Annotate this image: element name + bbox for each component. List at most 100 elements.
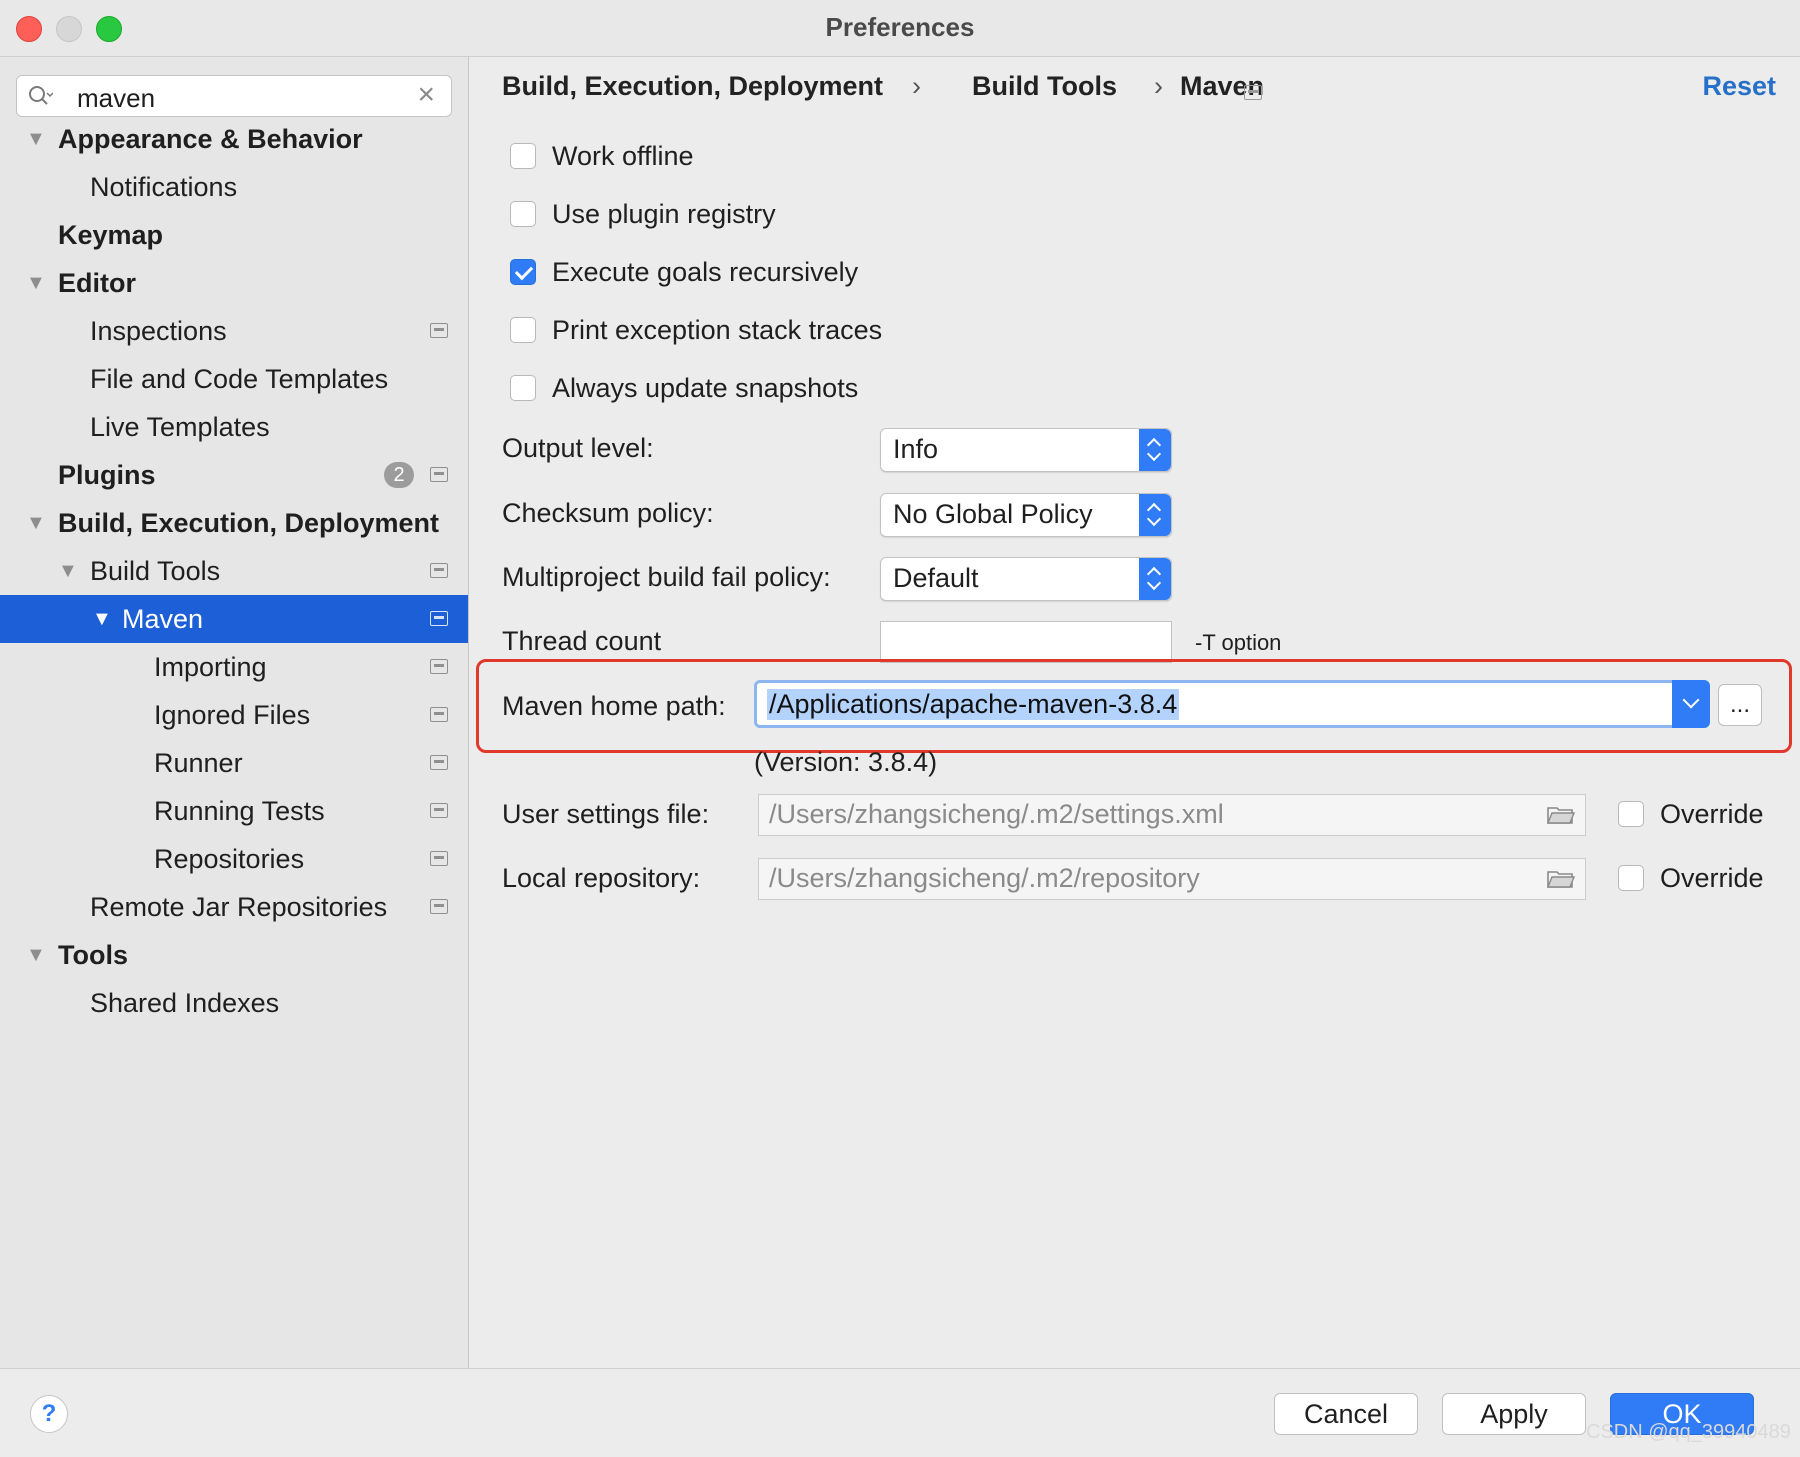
reset-link[interactable]: Reset [1702, 71, 1776, 102]
sidebar-item-inspections[interactable]: Inspections [0, 307, 468, 355]
title-bar: Preferences [0, 0, 1800, 57]
sidebar-item-label: Keymap [58, 220, 164, 250]
sidebar-item-maven[interactable]: ▼ Maven [0, 595, 468, 643]
print-exception-stack-traces-checkbox[interactable] [510, 317, 536, 343]
sidebar-item-appearance-behavior[interactable]: ▼ Appearance & Behavior [0, 115, 468, 163]
multiproject-fail-policy-label: Multiproject build fail policy: [502, 562, 831, 592]
project-settings-icon [1244, 85, 1262, 100]
settings-search-field[interactable]: maven × [16, 75, 452, 117]
thread-count-input[interactable] [880, 621, 1172, 663]
sidebar-item-build-tools[interactable]: ▼ Build Tools [0, 547, 468, 595]
project-settings-icon [430, 611, 448, 626]
sidebar-item-label: Appearance & Behavior [58, 124, 363, 154]
help-button[interactable]: ? [30, 1395, 68, 1433]
project-settings-icon [430, 803, 448, 818]
project-settings-icon [430, 899, 448, 914]
sidebar-item-plugins[interactable]: Plugins 2 [0, 451, 468, 499]
sidebar-item-label: Running Tests [154, 796, 325, 826]
select-stepper-icon[interactable] [1139, 494, 1171, 536]
multiproject-fail-policy-select[interactable]: Default [880, 557, 1172, 601]
project-settings-icon [430, 659, 448, 674]
apply-button[interactable]: Apply [1442, 1393, 1586, 1435]
user-settings-file-input[interactable]: /Users/zhangsicheng/.m2/settings.xml [758, 794, 1586, 836]
chevron-down-icon[interactable] [1672, 680, 1710, 728]
expanded-arrow-icon[interactable]: ▼ [26, 115, 46, 163]
maven-version-text: (Version: 3.8.4) [754, 747, 938, 777]
sidebar-item-tools[interactable]: ▼ Tools [0, 931, 468, 979]
sidebar-item-label: Tools [58, 940, 128, 970]
expanded-arrow-icon[interactable]: ▼ [26, 931, 46, 979]
sidebar-item-label: Plugins [58, 460, 156, 490]
browse-maven-home-button[interactable]: ... [1718, 684, 1762, 726]
breadcrumb-part-build-execution: Build, Execution, Deployment [502, 71, 884, 101]
multiproject-fail-policy-value: Default [893, 563, 979, 593]
select-stepper-icon[interactable] [1139, 429, 1171, 471]
local-repository-label: Local repository: [502, 863, 701, 893]
sidebar-item-label: Inspections [90, 316, 227, 346]
sidebar-item-remote-jar-repositories[interactable]: Remote Jar Repositories [0, 883, 468, 931]
expanded-arrow-icon[interactable]: ▼ [26, 259, 46, 307]
checkbox-label: Always update snapshots [552, 373, 859, 403]
sidebar-item-label: Remote Jar Repositories [90, 892, 388, 922]
expanded-arrow-icon[interactable]: ▼ [58, 547, 78, 595]
watermark-text: CSDN @qq_39940489 [1586, 1421, 1791, 1443]
sidebar-item-importing[interactable]: Importing [0, 643, 468, 691]
checkbox-label: Execute goals recursively [552, 257, 859, 287]
thread-count-label: Thread count [502, 626, 662, 656]
project-settings-icon [430, 563, 448, 578]
execute-goals-recursively-checkbox[interactable] [510, 259, 536, 285]
output-level-select[interactable]: Info [880, 428, 1172, 472]
sidebar-item-running-tests[interactable]: Running Tests [0, 787, 468, 835]
output-level-label: Output level: [502, 433, 654, 463]
search-icon[interactable] [27, 84, 53, 108]
sidebar-item-label: File and Code Templates [90, 364, 389, 394]
sidebar-item-label: Runner [154, 748, 243, 778]
sidebar-item-ignored-files[interactable]: Ignored Files [0, 691, 468, 739]
local-repository-override-checkbox[interactable] [1618, 865, 1644, 891]
local-repository-input[interactable]: /Users/zhangsicheng/.m2/repository [758, 858, 1586, 900]
project-settings-icon [430, 323, 448, 338]
sidebar-item-shared-indexes[interactable]: Shared Indexes [0, 979, 468, 1027]
always-update-snapshots-checkbox[interactable] [510, 375, 536, 401]
sidebar-item-label: Importing [154, 652, 267, 682]
sidebar-item-label: Build, Execution, Deployment [58, 508, 440, 538]
sidebar-item-notifications[interactable]: Notifications [0, 163, 468, 211]
dialog-button-bar: ? Cancel Apply OK CSDN @qq_39940489 [0, 1368, 1800, 1457]
preferences-window: Preferences maven × ▼ Appearance & Behav… [0, 0, 1800, 1457]
sidebar-item-keymap[interactable]: Keymap [0, 211, 468, 259]
sidebar-item-build-execution-deployment[interactable]: ▼ Build, Execution, Deployment [0, 499, 468, 547]
user-settings-file-value: /Users/zhangsicheng/.m2/settings.xml [769, 799, 1224, 829]
expanded-arrow-icon[interactable]: ▼ [92, 595, 112, 643]
thread-count-hint: -T option [1195, 630, 1282, 655]
local-repository-value: /Users/zhangsicheng/.m2/repository [769, 863, 1200, 893]
folder-icon[interactable] [1547, 805, 1575, 825]
folder-icon[interactable] [1547, 869, 1575, 889]
sidebar-item-file-code-templates[interactable]: File and Code Templates [0, 355, 468, 403]
work-offline-checkbox[interactable] [510, 143, 536, 169]
checksum-policy-select[interactable]: No Global Policy [880, 493, 1172, 537]
search-query[interactable]: maven [77, 83, 155, 114]
checkbox-label: Override [1660, 863, 1764, 893]
plugins-count-badge: 2 [384, 462, 414, 488]
sidebar-item-repositories[interactable]: Repositories [0, 835, 468, 883]
checkbox-label: Print exception stack traces [552, 315, 883, 345]
use-plugin-registry-checkbox[interactable] [510, 201, 536, 227]
sidebar-item-label: Ignored Files [154, 700, 311, 730]
user-settings-override-checkbox[interactable] [1618, 801, 1644, 827]
cancel-button[interactable]: Cancel [1274, 1393, 1418, 1435]
sidebar-item-label: Repositories [154, 844, 305, 874]
checksum-policy-label: Checksum policy: [502, 498, 714, 528]
maven-home-path-value[interactable]: /Applications/apache-maven-3.8.4 [767, 689, 1180, 720]
breadcrumb-separator-icon: › [1154, 71, 1163, 101]
maven-home-path-combobox[interactable]: /Applications/apache-maven-3.8.4 [754, 680, 1710, 728]
clear-search-icon[interactable]: × [417, 78, 435, 112]
output-level-value: Info [893, 434, 939, 464]
expanded-arrow-icon[interactable]: ▼ [26, 499, 46, 547]
sidebar-item-runner[interactable]: Runner [0, 739, 468, 787]
maven-home-path-label: Maven home path: [502, 691, 726, 721]
project-settings-icon [430, 755, 448, 770]
sidebar-item-editor[interactable]: ▼ Editor [0, 259, 468, 307]
sidebar-item-label: Maven [122, 604, 204, 634]
select-stepper-icon[interactable] [1139, 558, 1171, 600]
sidebar-item-live-templates[interactable]: Live Templates [0, 403, 468, 451]
